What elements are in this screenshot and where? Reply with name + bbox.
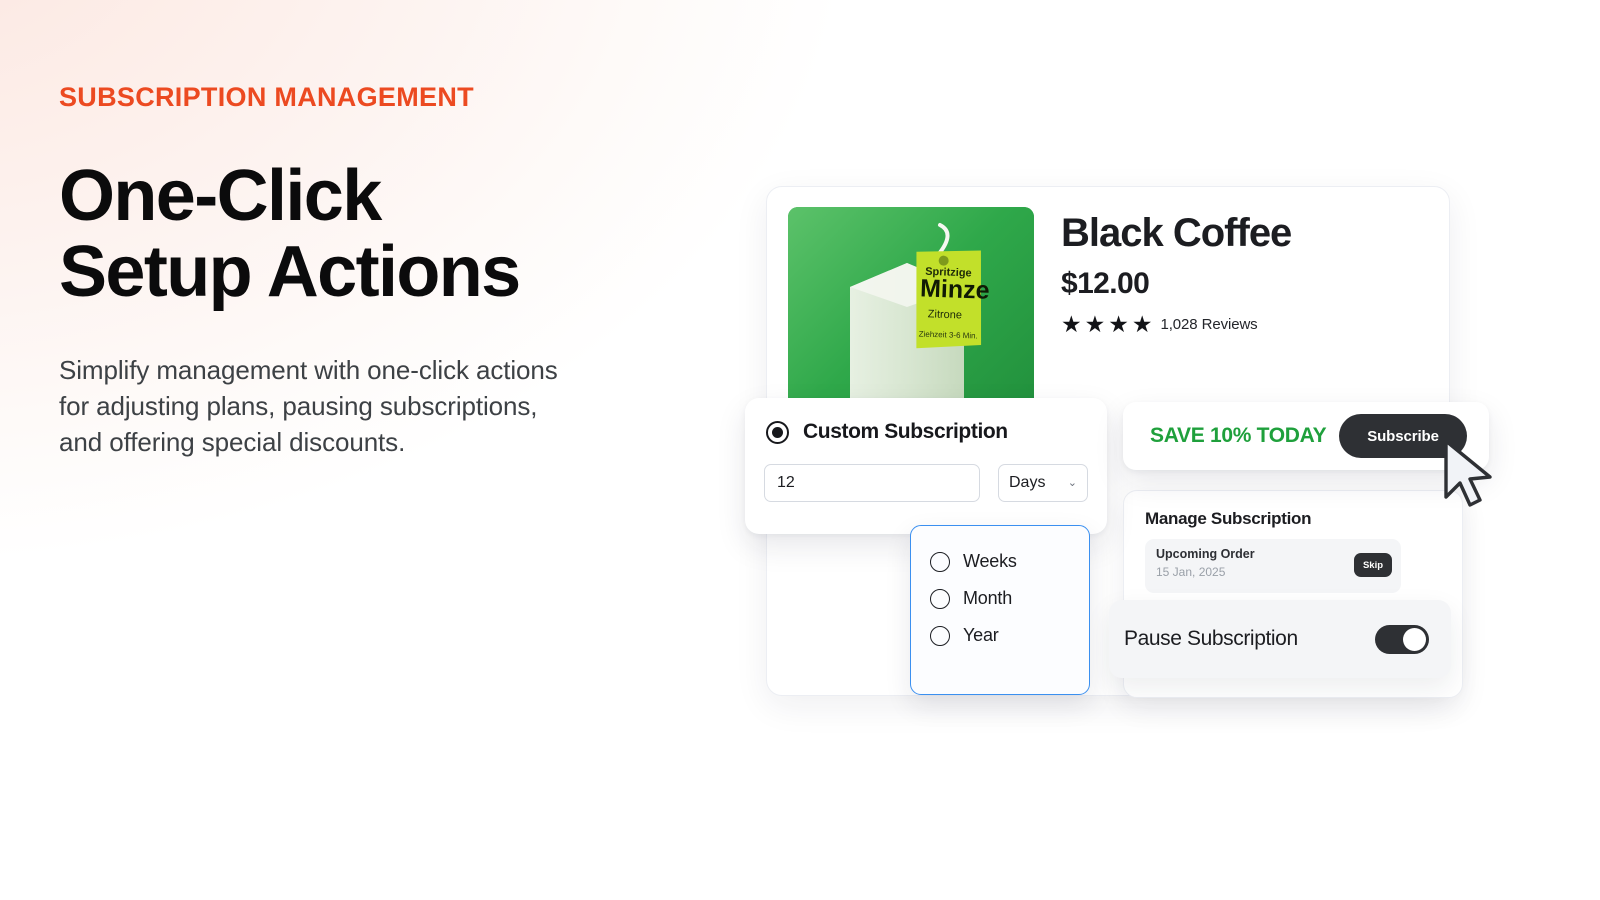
dropdown-option-year[interactable]: Year xyxy=(930,625,999,646)
review-count: 1,028 Reviews xyxy=(1160,316,1258,333)
pause-subscription-row[interactable]: Pause Subscription xyxy=(1109,600,1451,678)
dropdown-option-month[interactable]: Month xyxy=(930,588,1012,609)
svg-text:Minze: Minze xyxy=(920,274,990,304)
dropdown-option-label: Month xyxy=(963,588,1013,608)
hero-stage: SUBSCRIPTION MANAGEMENT One-Click Setup … xyxy=(0,0,1600,900)
chevron-down-icon: ⌄ xyxy=(1067,476,1077,489)
radio-unselected-icon[interactable] xyxy=(930,588,950,609)
upcoming-order-date: 15 Jan, 2025 xyxy=(1156,565,1226,579)
skip-button[interactable]: Skip xyxy=(1354,553,1392,577)
upcoming-order-label: Upcoming Order xyxy=(1156,547,1255,561)
star-rating-icons: ★ ★ ★ ★ xyxy=(1061,313,1153,336)
hero-description: Simplify management with one-click actio… xyxy=(59,355,558,457)
radio-selected-icon[interactable] xyxy=(766,420,789,444)
interval-unit-select[interactable]: Days ⌄ xyxy=(998,464,1088,502)
promo-card: SAVE 10% TODAY Subscribe xyxy=(1123,402,1489,470)
product-title: Black Coffee xyxy=(1061,211,1292,255)
interval-value-input[interactable] xyxy=(764,464,980,502)
dropdown-option-weeks[interactable]: Weeks xyxy=(930,551,1017,572)
interval-unit-dropdown[interactable]: Weeks Month Year xyxy=(910,525,1090,695)
star-icon: ★ xyxy=(1131,311,1153,337)
pause-subscription-label: Pause Subscription xyxy=(1124,627,1298,650)
manage-subscription-title: Manage Subscription xyxy=(1145,509,1312,528)
upcoming-order-row: Upcoming Order 15 Jan, 2025 Skip xyxy=(1145,539,1401,593)
custom-subscription-label: Custom Subscription xyxy=(803,420,1008,443)
product-rating: ★ ★ ★ ★ 1,028 Reviews xyxy=(1061,313,1258,336)
pause-subscription-toggle[interactable] xyxy=(1375,624,1429,654)
custom-subscription-card: Custom Subscription Days ⌄ xyxy=(745,398,1107,534)
star-icon: ★ xyxy=(1108,311,1129,337)
interval-fields: Days ⌄ xyxy=(764,464,1088,502)
radio-unselected-icon[interactable] xyxy=(930,551,950,572)
save-badge: SAVE 10% TODAY xyxy=(1150,424,1327,447)
svg-text:Zitrone: Zitrone xyxy=(928,308,963,321)
dropdown-option-label: Year xyxy=(963,625,999,645)
custom-subscription-option[interactable]: Custom Subscription xyxy=(766,420,1008,444)
product-price: $12.00 xyxy=(1061,267,1150,300)
page-title: One-Click Setup Actions xyxy=(59,156,521,312)
star-icon: ★ xyxy=(1084,311,1106,337)
radio-unselected-icon[interactable] xyxy=(930,625,950,646)
interval-unit-value: Days xyxy=(1009,474,1046,491)
star-icon: ★ xyxy=(1061,311,1082,337)
mouse-pointer-icon xyxy=(1444,439,1492,507)
eyebrow-label: SUBSCRIPTION MANAGEMENT xyxy=(59,82,474,112)
dropdown-option-label: Weeks xyxy=(963,551,1017,571)
